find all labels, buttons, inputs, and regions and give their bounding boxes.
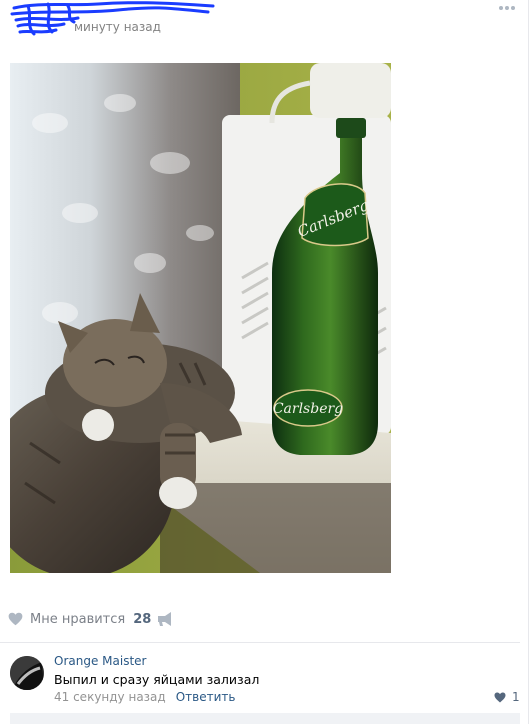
comment-time[interactable]: 41 секунду назад <box>54 690 166 704</box>
comment-item: Orange Maister Выпил и сразу яйцами зали… <box>0 650 520 710</box>
comment-text: Выпил и сразу яйцами зализал <box>54 672 260 687</box>
reply-button[interactable]: Ответить <box>176 690 236 704</box>
comment-avatar[interactable] <box>10 656 44 690</box>
more-options-icon[interactable] <box>499 6 515 12</box>
like-button[interactable]: Мне нравится 28 <box>8 610 151 628</box>
heart-icon <box>8 612 23 626</box>
post-card: минуту назад Carlsberg Carlsberg Мне нра… <box>0 0 529 724</box>
post-actions: Мне нравится 28 <box>0 598 520 643</box>
bottle-lower-label: Carlsberg <box>273 401 343 417</box>
comment-like-button[interactable]: 1 <box>494 690 520 704</box>
comment-author[interactable]: Orange Maister <box>54 654 146 668</box>
avatar-image <box>10 656 44 690</box>
comment-input-bar[interactable] <box>10 713 520 724</box>
post-photo[interactable]: Carlsberg Carlsberg <box>10 63 391 573</box>
post-header: минуту назад <box>0 0 520 50</box>
heart-icon <box>494 692 506 702</box>
cat-and-beer-photo: Carlsberg Carlsberg <box>10 63 391 573</box>
comment-like-count: 1 <box>512 690 520 704</box>
like-count: 28 <box>133 611 152 627</box>
post-time[interactable]: минуту назад <box>74 20 161 34</box>
like-label: Мне нравится <box>30 611 126 627</box>
comment-meta: 41 секунду назад Ответить <box>54 690 235 704</box>
share-icon[interactable] <box>156 611 174 627</box>
